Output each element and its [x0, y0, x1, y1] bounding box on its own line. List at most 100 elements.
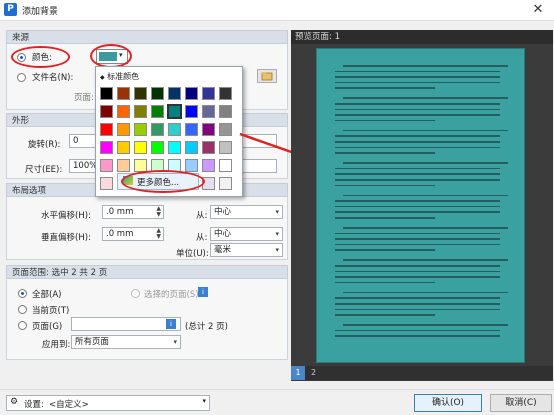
- info-icon[interactable]: i: [198, 287, 208, 297]
- from-v-select[interactable]: 中心 ▾: [210, 227, 283, 241]
- rotation-label: 旋转(R):: [28, 140, 61, 150]
- settings-select[interactable]: ⚙ 设置: <自定义> ▾: [6, 395, 210, 411]
- pages-input[interactable]: [71, 317, 181, 331]
- color-swatch[interactable]: [100, 177, 113, 190]
- from-h-value: 中心: [214, 207, 232, 217]
- color-swatch[interactable]: [117, 87, 130, 100]
- color-swatch[interactable]: [168, 141, 181, 154]
- ok-button[interactable]: 确认(O): [414, 394, 482, 412]
- apply-to-select[interactable]: 所有页面 ▾: [71, 335, 181, 349]
- settings-value: <自定义>: [49, 400, 89, 410]
- color-swatch[interactable]: [185, 159, 198, 172]
- palette-header-text: 标准颜色: [107, 72, 140, 81]
- preview-text-line: [335, 249, 435, 251]
- preview-text-line: [335, 141, 500, 143]
- file-radio[interactable]: [17, 73, 26, 82]
- color-swatch[interactable]: [134, 141, 147, 154]
- preview-text-line: [335, 179, 500, 181]
- color-swatch[interactable]: [185, 87, 198, 100]
- color-swatch[interactable]: [185, 123, 198, 136]
- preview-text-line: [335, 297, 500, 299]
- color-swatch[interactable]: [202, 123, 215, 136]
- pages-radio[interactable]: [18, 321, 27, 330]
- preview-page: [316, 48, 525, 363]
- preview-text-line: [343, 259, 508, 261]
- current-page-label: 当前页(T): [32, 306, 70, 316]
- from-h-select[interactable]: 中心 ▾: [210, 205, 283, 219]
- v-offset-input[interactable]: .0 mm ▲ ▼: [102, 227, 164, 241]
- cancel-button[interactable]: 取消(C): [490, 394, 552, 412]
- color-swatch[interactable]: [202, 159, 215, 172]
- color-swatch[interactable]: [151, 123, 164, 136]
- preview-text-line: [343, 162, 508, 164]
- preview-text-line: [335, 205, 500, 208]
- all-pages-radio[interactable]: [18, 289, 27, 298]
- preview-text-line: [335, 108, 500, 111]
- unit-label: 单位(U):: [176, 249, 209, 259]
- chevron-down-icon: ▾: [275, 230, 279, 238]
- preview-text-line: [335, 81, 500, 84]
- color-swatch[interactable]: [168, 123, 181, 136]
- unit-value: 毫米: [214, 245, 232, 255]
- preview-text-line: [343, 291, 508, 294]
- color-swatch[interactable]: [100, 87, 113, 100]
- page-label: 页面:: [74, 93, 94, 103]
- color-swatch[interactable]: [134, 105, 147, 118]
- v-offset-value: .0 mm: [106, 229, 134, 239]
- preview-text-line: [335, 265, 500, 267]
- preview-text-line: [335, 173, 500, 175]
- color-swatch[interactable]: [219, 105, 232, 118]
- color-swatch[interactable]: [219, 87, 232, 100]
- color-swatch[interactable]: [219, 141, 232, 154]
- color-swatch[interactable]: [134, 87, 147, 100]
- preview-text-line: [335, 270, 500, 273]
- color-swatch[interactable]: [100, 141, 113, 154]
- color-swatch[interactable]: [185, 105, 198, 118]
- preview-text-line: [343, 97, 508, 99]
- color-swatch[interactable]: [151, 87, 164, 100]
- color-swatch[interactable]: [202, 141, 215, 154]
- color-swatch[interactable]: [219, 159, 232, 172]
- color-swatch[interactable]: [100, 159, 113, 172]
- folder-browse-icon[interactable]: [257, 69, 277, 83]
- preview-text-line: [335, 87, 435, 89]
- current-page-radio[interactable]: [18, 305, 27, 314]
- color-swatch[interactable]: [117, 123, 130, 136]
- h-offset-input[interactable]: .0 mm ▲ ▼: [102, 205, 164, 219]
- selected-pages-radio[interactable]: [131, 289, 140, 298]
- color-swatch[interactable]: [100, 123, 113, 136]
- close-icon[interactable]: ✕: [526, 0, 550, 20]
- color-swatch[interactable]: [151, 105, 164, 118]
- preview-text-line: [335, 303, 500, 305]
- color-swatch[interactable]: [117, 141, 130, 154]
- preview-pager: 1 2: [291, 366, 553, 380]
- color-swatch[interactable]: [100, 105, 113, 118]
- file-label: 文件名(N):: [32, 73, 74, 83]
- preview-header: 预览页面: 1: [291, 30, 553, 44]
- color-swatch[interactable]: [117, 105, 130, 118]
- app-logo-icon: P: [4, 3, 17, 16]
- page-thumb-2[interactable]: 2: [311, 366, 316, 380]
- palette-header: ◆ 标准颜色: [100, 72, 140, 81]
- page-thumb-1[interactable]: 1: [291, 366, 305, 380]
- preview-text-line: [335, 167, 500, 170]
- color-swatch[interactable]: [117, 159, 130, 172]
- color-swatch[interactable]: [151, 141, 164, 154]
- color-swatch[interactable]: [167, 104, 182, 119]
- spinner-icon[interactable]: ▲ ▼: [156, 228, 161, 240]
- unit-select[interactable]: 毫米 ▾: [210, 243, 283, 257]
- color-swatch[interactable]: [219, 177, 232, 190]
- color-swatch[interactable]: [185, 141, 198, 154]
- color-swatch[interactable]: [202, 105, 215, 118]
- color-swatch[interactable]: [168, 87, 181, 100]
- color-swatch[interactable]: [219, 123, 232, 136]
- preview-text-line: [335, 314, 435, 316]
- color-swatch[interactable]: [202, 87, 215, 100]
- selected-pages-label: 选择的页面(S): [144, 290, 199, 300]
- color-swatch[interactable]: [134, 123, 147, 136]
- preview-text-line: [335, 70, 500, 73]
- preview-text-line: [343, 227, 508, 229]
- spinner-icon[interactable]: ▲ ▼: [156, 206, 161, 218]
- settings-label: 设置:: [24, 400, 44, 410]
- info-icon[interactable]: i: [166, 319, 176, 329]
